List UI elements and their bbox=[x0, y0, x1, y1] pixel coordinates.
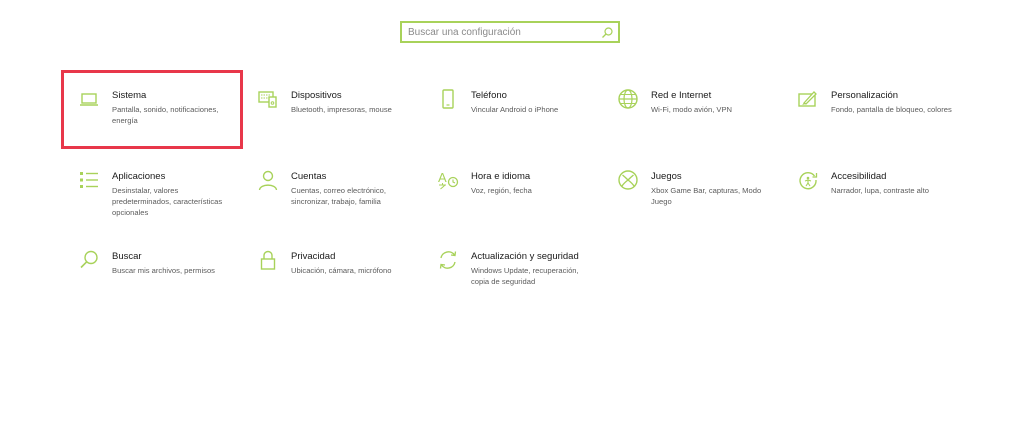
lock-icon bbox=[257, 249, 279, 271]
tile-actualizacion-seguridad[interactable]: Actualización y seguridad Windows Update… bbox=[420, 233, 585, 293]
tile-description: Voz, región, fecha bbox=[471, 186, 532, 195]
tile-description: Ubicación, cámara, micrófono bbox=[291, 266, 392, 275]
search-input[interactable] bbox=[408, 23, 598, 41]
phone-icon bbox=[437, 88, 459, 110]
tile-accesibilidad[interactable]: Accesibilidad Narrador, lupa, contraste … bbox=[780, 153, 945, 213]
globe-icon bbox=[617, 88, 639, 110]
tile-sistema[interactable]: Sistema Pantalla, sonido, notificaciones… bbox=[61, 72, 226, 132]
tile-title: Privacidad bbox=[291, 251, 336, 262]
tile-description: Vincular Android o iPhone bbox=[471, 105, 559, 114]
tile-aplicaciones[interactable]: Aplicaciones Desinstalar, valores predet… bbox=[61, 153, 226, 217]
tile-description: Buscar mis archivos, permisos bbox=[112, 266, 215, 275]
tile-title: Dispositivos bbox=[291, 90, 342, 101]
tile-description: Xbox Game Bar, capturas, Modo Juego bbox=[651, 186, 762, 206]
refresh-icon bbox=[437, 249, 459, 271]
person-icon bbox=[257, 169, 279, 191]
svg-text:A: A bbox=[438, 170, 447, 185]
xbox-icon bbox=[617, 169, 639, 191]
laptop-icon bbox=[78, 88, 100, 110]
magnifier-icon bbox=[78, 249, 100, 271]
tile-title: Sistema bbox=[112, 90, 147, 101]
tile-title: Buscar bbox=[112, 251, 142, 262]
tile-title: Juegos bbox=[651, 171, 682, 182]
accessibility-icon bbox=[797, 169, 819, 191]
tile-title: Red e Internet bbox=[651, 90, 712, 101]
search-icon[interactable] bbox=[601, 26, 614, 39]
tile-hora-idioma[interactable]: A Hora e idioma Voz, región, fecha bbox=[420, 153, 585, 213]
time-language-icon: A bbox=[437, 169, 459, 191]
tile-title: Accesibilidad bbox=[831, 171, 887, 182]
paint-icon bbox=[797, 88, 819, 110]
tile-description: Pantalla, sonido, notificaciones, energí… bbox=[112, 105, 219, 125]
keyboard-icon bbox=[257, 88, 279, 110]
tile-red-internet[interactable]: Red e Internet Wi-Fi, modo avión, VPN bbox=[600, 72, 765, 132]
tile-title: Teléfono bbox=[471, 90, 507, 101]
tile-title: Aplicaciones bbox=[112, 171, 166, 182]
tile-telefono[interactable]: Teléfono Vincular Android o iPhone bbox=[420, 72, 585, 132]
tile-dispositivos[interactable]: Dispositivos Bluetooth, impresoras, mous… bbox=[240, 72, 405, 132]
tile-description: Narrador, lupa, contraste alto bbox=[831, 186, 929, 195]
tile-title: Cuentas bbox=[291, 171, 327, 182]
tile-title: Personalización bbox=[831, 90, 899, 101]
tile-cuentas[interactable]: Cuentas Cuentas, correo electrónico, sin… bbox=[240, 153, 405, 213]
tile-description: Wi-Fi, modo avión, VPN bbox=[651, 105, 733, 114]
tile-description: Desinstalar, valores predeterminados, ca… bbox=[112, 186, 223, 217]
tile-title: Hora e idioma bbox=[471, 171, 531, 182]
search-box[interactable] bbox=[400, 21, 620, 43]
tile-description: Fondo, pantalla de bloqueo, colores bbox=[831, 105, 952, 114]
tile-juegos[interactable]: Juegos Xbox Game Bar, capturas, Modo Jue… bbox=[600, 153, 765, 213]
tile-buscar[interactable]: Buscar Buscar mis archivos, permisos bbox=[61, 233, 226, 293]
tile-description: Windows Update, recuperación, copia de s… bbox=[471, 266, 579, 286]
tile-description: Cuentas, correo electrónico, sincronizar… bbox=[291, 186, 386, 206]
apps-list-icon bbox=[78, 169, 100, 191]
tile-title: Actualización y seguridad bbox=[471, 251, 579, 262]
tile-privacidad[interactable]: Privacidad Ubicación, cámara, micrófono bbox=[240, 233, 405, 293]
tile-description: Bluetooth, impresoras, mouse bbox=[291, 105, 392, 114]
tile-personalizacion[interactable]: Personalización Fondo, pantalla de bloqu… bbox=[780, 72, 952, 132]
